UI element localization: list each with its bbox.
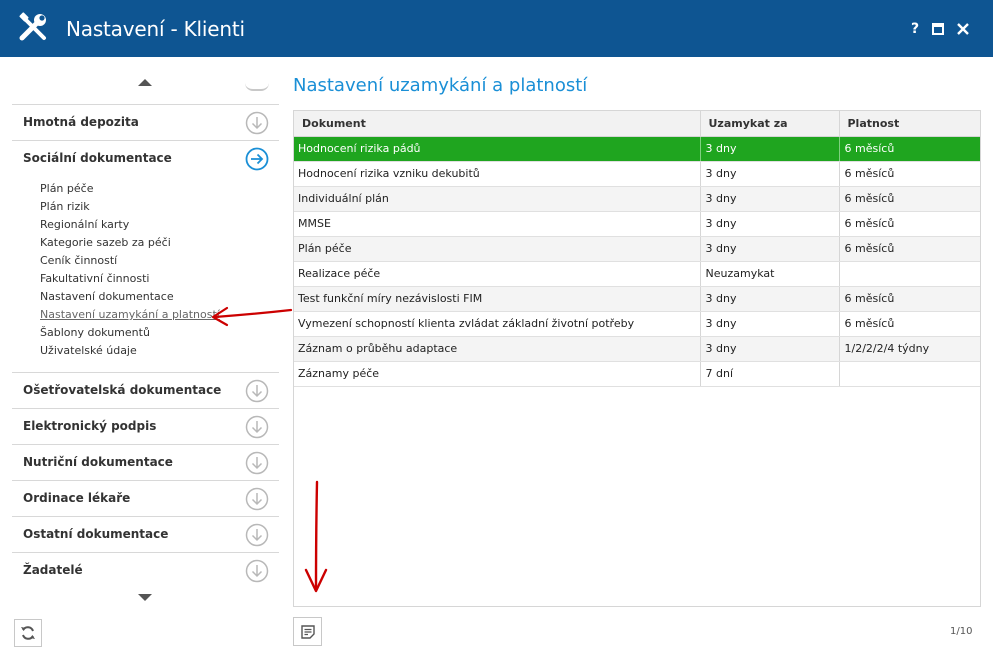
note-icon — [301, 625, 315, 639]
circle-arrow-down-icon — [245, 523, 269, 547]
section-elektronicky-podpis[interactable]: Elektronický podpis — [12, 408, 279, 444]
table-row[interactable]: MMSE 3 dny 6 měsíců — [294, 211, 980, 237]
circle-arrow-down-icon — [245, 559, 269, 583]
sub-item-cenik-cinnosti[interactable]: Ceník činností — [40, 252, 270, 270]
section-label: Žadatelé — [23, 563, 83, 577]
cell-platnost[interactable]: 1/2/2/2/4 týdny — [839, 336, 980, 362]
column-header-dokument[interactable]: Dokument — [294, 111, 701, 137]
cell-dokument[interactable]: Záznam o průběhu adaptace — [294, 336, 701, 362]
section-nutricni-dokumentace[interactable]: Nutriční dokumentace — [12, 444, 279, 480]
section-label: Sociální dokumentace — [23, 151, 172, 165]
section-label: Nutriční dokumentace — [23, 455, 173, 469]
table-row[interactable]: Realizace péče Neuzamykat — [294, 261, 980, 287]
circle-arrow-down-icon — [245, 415, 269, 439]
scroll-up-icon[interactable] — [138, 79, 152, 86]
section-ordinace-lekare[interactable]: Ordinace lékaře — [12, 480, 279, 516]
cell-platnost[interactable]: 6 měsíců — [839, 161, 980, 187]
cell-uzamykat[interactable]: 3 dny — [700, 311, 840, 337]
circle-arrow-down-icon — [245, 379, 269, 403]
page-title: Nastavení uzamykání a platností — [293, 75, 588, 96]
cell-uzamykat[interactable]: 3 dny — [700, 186, 840, 212]
section-socialni-dokumentace[interactable]: Sociální dokumentace — [12, 140, 279, 176]
window-title: Nastavení - Klienti — [66, 17, 245, 41]
cell-dokument[interactable]: Plán péče — [294, 236, 701, 262]
cell-uzamykat[interactable]: 3 dny — [700, 211, 840, 237]
pager-indicator: 1/10 — [950, 626, 973, 637]
sub-item-nastaveni-dokumentace[interactable]: Nastavení dokumentace — [40, 288, 270, 306]
cell-dokument[interactable]: Test funkční míry nezávislosti FIM — [294, 286, 701, 312]
cell-uzamykat[interactable]: Neuzamykat — [700, 261, 840, 287]
circle-arrow-down-icon — [245, 451, 269, 475]
cell-dokument[interactable]: MMSE — [294, 211, 701, 237]
sub-item-list: Plán péče Plán rizik Regionální karty Ka… — [40, 180, 270, 360]
wrench-screwdriver-icon — [18, 12, 50, 44]
section-label: Ostatní dokumentace — [23, 527, 169, 541]
table-row[interactable]: Individuální plán 3 dny 6 měsíců — [294, 186, 980, 212]
title-bar: Nastavení - Klienti ? — [0, 0, 993, 57]
column-header-uzamykat[interactable]: Uzamykat za — [700, 111, 840, 137]
cell-dokument[interactable]: Realizace péče — [294, 261, 701, 287]
cell-uzamykat[interactable]: 3 dny — [700, 161, 840, 187]
help-button[interactable]: ? — [907, 20, 923, 38]
table-row[interactable]: Hodnocení rizika pádů 3 dny 6 měsíců — [294, 136, 980, 162]
cell-dokument[interactable]: Záznamy péče — [294, 361, 701, 387]
partial-section-icon — [245, 83, 269, 91]
table-row[interactable]: Vymezení schopností klienta zvládat zákl… — [294, 311, 980, 337]
table-row[interactable]: Záznamy péče 7 dní — [294, 361, 980, 387]
cell-uzamykat[interactable]: 3 dny — [700, 236, 840, 262]
section-osetrovatelska-dokumentace[interactable]: Ošetřovatelská dokumentace — [12, 372, 279, 408]
cell-platnost[interactable]: 6 měsíců — [839, 286, 980, 312]
circle-arrow-down-icon — [245, 487, 269, 511]
sub-item-uzivatelske-udaje[interactable]: Uživatelské údaje — [40, 342, 270, 360]
section-label: Ordinace lékaře — [23, 491, 131, 505]
refresh-button[interactable] — [14, 619, 42, 647]
column-header-platnost[interactable]: Platnost — [839, 111, 980, 137]
sub-item-nastaveni-uzamykani[interactable]: Nastavení uzamykání a platností — [40, 306, 270, 324]
sub-item-plan-rizik[interactable]: Plán rizik — [40, 198, 270, 216]
table-row[interactable]: Hodnocení rizika vzniku dekubitů 3 dny 6… — [294, 161, 980, 187]
section-label: Ošetřovatelská dokumentace — [23, 383, 222, 397]
sub-item-plan-pece[interactable]: Plán péče — [40, 180, 270, 198]
scroll-down-icon[interactable] — [138, 594, 152, 601]
table-row[interactable]: Plán péče 3 dny 6 měsíců — [294, 236, 980, 262]
section-label: Hmotná depozita — [23, 115, 139, 129]
sub-item-kategorie-sazeb[interactable]: Kategorie sazeb za péči — [40, 234, 270, 252]
close-button[interactable] — [955, 20, 971, 38]
cell-dokument[interactable]: Hodnocení rizika vzniku dekubitů — [294, 161, 701, 187]
settings-grid: Dokument Uzamykat za Platnost Hodnocení … — [293, 110, 981, 607]
cell-uzamykat[interactable]: 3 dny — [700, 136, 840, 162]
circle-arrow-right-icon — [245, 147, 269, 171]
sub-item-regionalni-karty[interactable]: Regionální karty — [40, 216, 270, 234]
cell-platnost[interactable] — [839, 361, 980, 387]
section-label: Elektronický podpis — [23, 419, 157, 433]
cell-platnost[interactable]: 6 měsíců — [839, 186, 980, 212]
cell-uzamykat[interactable]: 3 dny — [700, 336, 840, 362]
cell-dokument[interactable]: Hodnocení rizika pádů — [294, 136, 701, 162]
cell-platnost[interactable]: 6 měsíců — [839, 236, 980, 262]
grid-header: Dokument Uzamykat za Platnost — [294, 111, 980, 137]
sidebar: Hmotná depozita Sociální dokumentace Plá… — [12, 62, 279, 610]
section-zadatele[interactable]: Žadatelé — [12, 552, 279, 588]
cell-platnost[interactable] — [839, 261, 980, 287]
circle-arrow-down-icon — [245, 111, 269, 135]
cell-uzamykat[interactable]: 3 dny — [700, 286, 840, 312]
maximize-button[interactable] — [930, 20, 946, 38]
cell-uzamykat[interactable]: 7 dní — [700, 361, 840, 387]
cell-platnost[interactable]: 6 měsíců — [839, 311, 980, 337]
table-row[interactable]: Test funkční míry nezávislosti FIM 3 dny… — [294, 286, 980, 312]
close-icon — [957, 23, 969, 35]
section-hmotna-depozita[interactable]: Hmotná depozita — [12, 104, 279, 140]
section-ostatni-dokumentace[interactable]: Ostatní dokumentace — [12, 516, 279, 552]
sub-item-fakultativni-cinnosti[interactable]: Fakultativní činnosti — [40, 270, 270, 288]
cell-dokument[interactable]: Vymezení schopností klienta zvládat zákl… — [294, 311, 701, 337]
cell-platnost[interactable]: 6 měsíců — [839, 136, 980, 162]
sub-item-sablony-dokumentu[interactable]: Šablony dokumentů — [40, 324, 270, 342]
maximize-icon — [932, 23, 944, 35]
refresh-icon — [21, 626, 35, 640]
cell-platnost[interactable]: 6 měsíců — [839, 211, 980, 237]
table-row[interactable]: Záznam o průběhu adaptace 3 dny 1/2/2/2/… — [294, 336, 980, 362]
cell-dokument[interactable]: Individuální plán — [294, 186, 701, 212]
note-button[interactable] — [293, 617, 322, 646]
